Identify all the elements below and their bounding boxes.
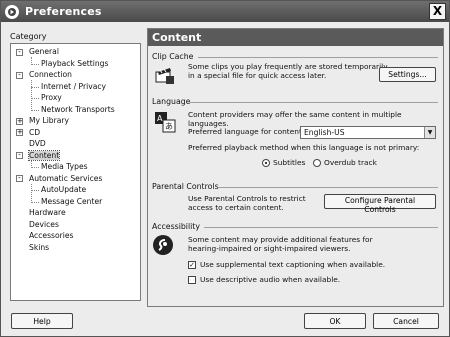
category-item-skins[interactable]: Skins: [29, 243, 49, 253]
accessibility-desc-1: Some content may provide additional feat…: [188, 235, 373, 244]
category-item-cd[interactable]: CD: [29, 128, 40, 138]
descriptive-audio-checkbox[interactable]: [188, 276, 196, 284]
category-item-general[interactable]: General: [29, 47, 59, 57]
svg-text:A: A: [157, 114, 163, 123]
category-item-label: General: [29, 47, 59, 56]
subtitles-label[interactable]: Subtitles: [273, 158, 305, 167]
category-item-label: Connection: [29, 70, 72, 79]
category-item-automatic-services[interactable]: Automatic Services: [29, 174, 102, 184]
tree-connector: [31, 201, 39, 203]
category-item-label: Skins: [29, 242, 50, 252]
ok-button[interactable]: OK: [304, 313, 366, 329]
overdub-label[interactable]: Overdub track: [324, 158, 377, 167]
tree-connector: [31, 86, 39, 88]
configure-parental-controls-button[interactable]: Configure Parental Controls: [324, 194, 436, 214]
category-item-label: My Library: [29, 116, 70, 125]
title-bar[interactable]: Preferences X: [1, 1, 449, 22]
tree-connector: [31, 80, 32, 111]
tree-connector: [31, 57, 32, 65]
category-item-internet-privacy[interactable]: Internet / Privacy: [41, 82, 106, 92]
category-tree[interactable]: General - Playback Settings Connection - Inte…: [10, 43, 141, 301]
category-item-hardware[interactable]: Hardware: [29, 208, 66, 218]
collapse-icon[interactable]: -: [16, 175, 23, 182]
collapse-icon[interactable]: -: [16, 152, 23, 159]
category-item-label: Proxy: [41, 93, 62, 102]
window-title: Preferences: [25, 5, 102, 18]
playback-method-label: Preferred playback method when this lang…: [188, 143, 420, 152]
subtitles-radio[interactable]: [262, 159, 270, 167]
preferred-language-label: Preferred language for content:: [188, 127, 305, 136]
tree-connector: [31, 63, 39, 65]
category-item-message-center[interactable]: Message Center: [41, 197, 102, 207]
parental-controls-title: Parental Controls: [152, 182, 219, 191]
cancel-button[interactable]: Cancel: [373, 313, 439, 329]
category-item-label: AutoUpdate: [41, 185, 87, 194]
parental-controls-divider: [218, 187, 438, 188]
panel-title: Content: [148, 29, 443, 46]
help-button[interactable]: Help: [11, 313, 73, 329]
chevron-down-icon[interactable]: ▼: [424, 127, 435, 138]
category-item-label: Internet / Privacy: [41, 81, 107, 91]
category-item-label: Hardware: [29, 208, 66, 217]
language-icon: A あ: [155, 112, 176, 133]
accessibility-icon: [153, 235, 173, 255]
category-item-label: Network Transports: [41, 104, 115, 114]
category-item-accessories[interactable]: Accessories: [29, 231, 74, 241]
category-item-label: Automatic Services: [29, 173, 103, 183]
category-item-label: Media Types: [41, 162, 88, 171]
parental-desc-2: access to certain content.: [188, 203, 284, 212]
accessibility-title: Accessibility: [152, 222, 200, 231]
category-item-playback-settings[interactable]: Playback Settings: [41, 59, 108, 69]
category-item-label: DVD: [29, 139, 46, 148]
parental-desc-1: Use Parental Controls to restrict: [188, 194, 306, 203]
tree-connector: [31, 160, 32, 168]
category-item-label: Content: [27, 149, 61, 161]
category-item-network-transports[interactable]: Network Transports: [41, 105, 115, 115]
clip-cache-desc-2: in a special file for quick access later…: [188, 71, 327, 80]
category-item-autoupdate[interactable]: AutoUpdate: [41, 185, 86, 195]
expand-icon[interactable]: +: [16, 117, 23, 125]
category-item-label: Message Center: [41, 196, 103, 206]
clip-cache-settings-button[interactable]: Settings...: [379, 67, 436, 82]
category-item-label: Devices: [29, 219, 59, 229]
expand-icon[interactable]: +: [16, 129, 23, 136]
descriptive-audio-label[interactable]: Use descriptive audio when available.: [200, 275, 340, 284]
category-item-connection[interactable]: Connection: [29, 70, 72, 80]
overdub-radio[interactable]: [313, 159, 321, 167]
category-item-label: Accessories: [29, 231, 74, 240]
category-item-devices[interactable]: Devices: [29, 220, 59, 230]
preferred-language-select[interactable]: English-US ▼: [300, 126, 436, 139]
category-item-content[interactable]: Content: [27, 149, 61, 161]
category-item-media-types[interactable]: Media Types: [41, 162, 88, 172]
content-panel: Content Clip Cache Some clips you play f…: [147, 28, 444, 307]
collapse-icon[interactable]: -: [16, 48, 23, 56]
tree-connector: [31, 183, 32, 203]
language-divider: [190, 102, 438, 103]
accessibility-desc-2: hearing-impaired or sight-impaired viewe…: [188, 244, 351, 253]
category-item-dvd[interactable]: DVD: [29, 139, 46, 149]
category-item-label: Playback Settings: [41, 58, 109, 68]
tree-connector: [31, 109, 39, 111]
category-item-my-library[interactable]: My Library: [29, 116, 69, 126]
close-button[interactable]: X: [429, 3, 446, 20]
clip-cache-title: Clip Cache: [152, 52, 194, 61]
svg-text:あ: あ: [165, 122, 173, 131]
language-title: Language: [152, 97, 191, 106]
realplayer-logo-icon: [5, 4, 19, 19]
clip-cache-desc-1: Some clips you play frequently are store…: [188, 62, 388, 71]
preferences-dialog: Preferences X Category General - Playback …: [0, 0, 450, 337]
category-item-proxy[interactable]: Proxy: [41, 93, 62, 103]
clip-cache-icon: [155, 68, 174, 84]
preferred-language-value: English-US: [304, 128, 345, 137]
accessibility-divider: [204, 227, 438, 228]
captioning-label[interactable]: Use supplemental text captioning when av…: [200, 260, 385, 269]
tree-connector: [31, 98, 39, 99]
clip-cache-divider: [198, 57, 438, 58]
tree-connector: [31, 190, 39, 191]
category-item-label: CD: [29, 127, 41, 137]
tree-connector: [31, 167, 39, 168]
captioning-checkbox[interactable]: ✓: [188, 261, 196, 269]
collapse-icon[interactable]: -: [16, 71, 23, 79]
category-label: Category: [10, 32, 47, 41]
